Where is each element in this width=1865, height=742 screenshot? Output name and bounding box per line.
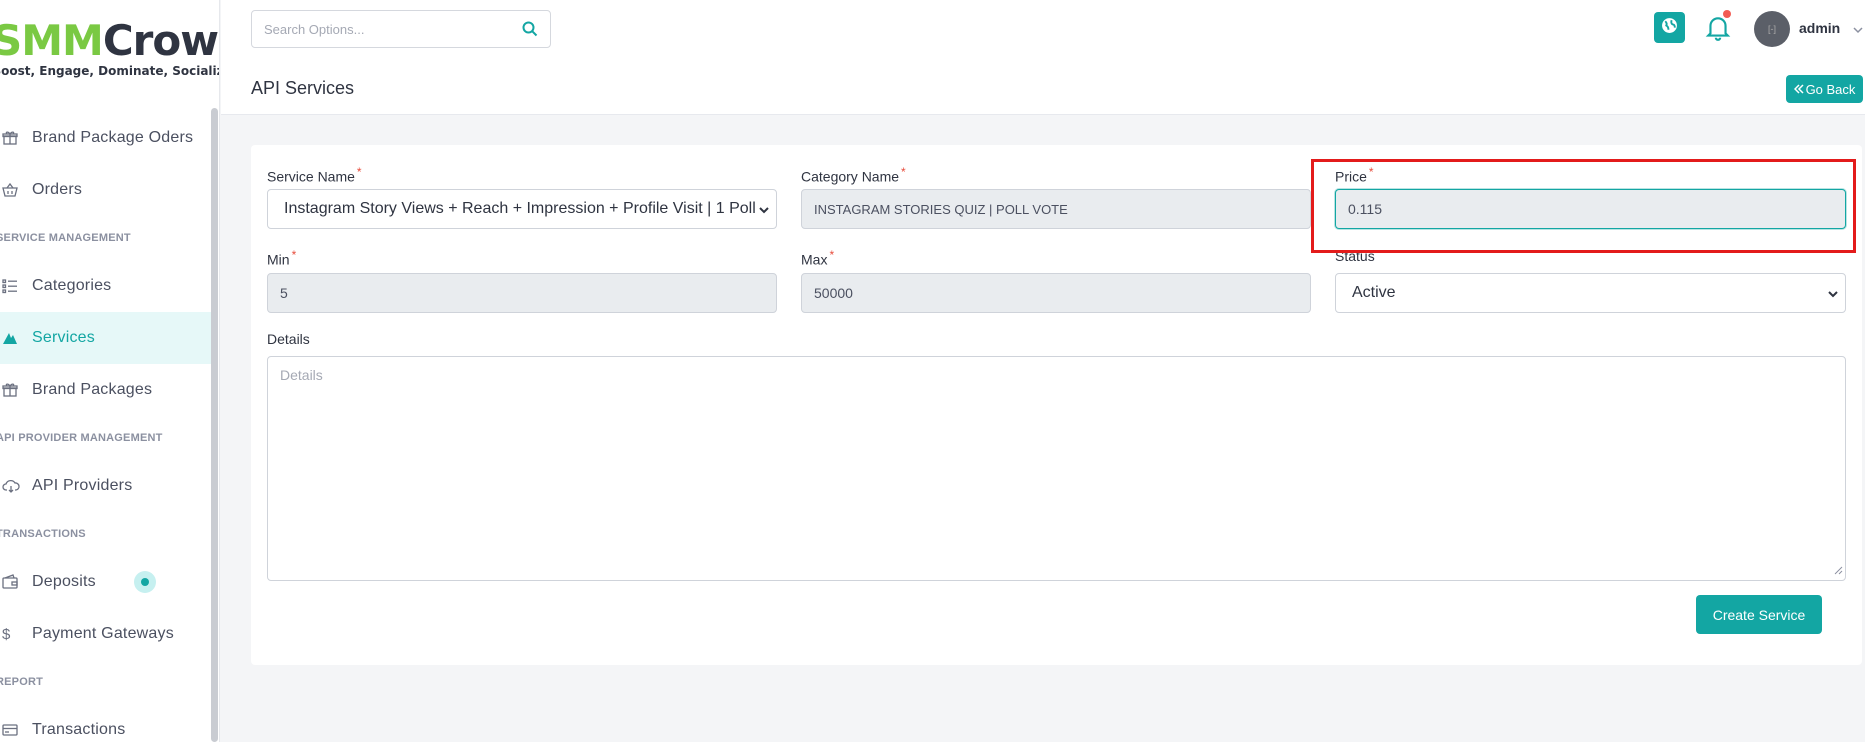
sidebar-item-payment-gateways[interactable]: $ Payment Gateways xyxy=(0,608,211,660)
globe-icon xyxy=(1661,17,1678,39)
page-title: API Services xyxy=(251,78,355,98)
avatar[interactable]: [-] xyxy=(1754,11,1790,47)
min-field[interactable]: 5 xyxy=(267,273,777,313)
chevron-down-icon[interactable] xyxy=(1852,22,1864,40)
sidebar-item-brand-package-oders[interactable]: Brand Package Oders xyxy=(0,112,211,164)
category-name-label: Category Name * xyxy=(801,165,906,185)
card-icon xyxy=(2,722,32,738)
chevron-down-icon xyxy=(1827,287,1839,305)
wallet-icon xyxy=(2,574,32,590)
sidebar-heading-api-provider-management: API PROVIDER MANAGEMENT xyxy=(0,432,163,444)
sidebar-item-orders[interactable]: Orders xyxy=(0,164,211,216)
resize-handle-icon[interactable] xyxy=(1834,562,1843,578)
top-header: API Services [-] admin Go Back xyxy=(221,0,1865,115)
sidebar-item-label: Transactions xyxy=(32,721,126,738)
sidebar-item-brand-packages[interactable]: Brand Packages xyxy=(0,364,211,416)
basket-icon xyxy=(2,182,32,198)
avatar-text: [-] xyxy=(1768,24,1776,34)
dollar-icon: $ xyxy=(2,625,11,643)
gift-icon xyxy=(2,382,32,398)
sidebar-heading-report: REPORT xyxy=(0,676,44,688)
details-label: Details xyxy=(267,331,310,347)
user-name[interactable]: admin xyxy=(1799,20,1840,36)
required-asterisk: * xyxy=(291,248,297,262)
sidebar-item-label: Deposits xyxy=(32,573,96,590)
search-input[interactable] xyxy=(252,11,510,47)
language-button[interactable] xyxy=(1654,12,1685,43)
sidebar-item-categories[interactable]: Categories xyxy=(0,260,211,312)
sidebar-scrollbar[interactable] xyxy=(211,108,218,742)
sidebar: SMMCrowd Boost, Engage, Dominate, Social… xyxy=(0,0,220,742)
sidebar-item-services[interactable]: Services xyxy=(0,312,211,364)
sidebar-item-transactions[interactable]: Transactions xyxy=(0,704,211,742)
details-textarea[interactable]: Details xyxy=(267,356,1846,581)
brand-tagline: Boost, Engage, Dominate, Socialize! xyxy=(0,64,219,78)
required-asterisk: * xyxy=(829,248,835,262)
sidebar-item-label: Services xyxy=(32,329,95,346)
chart-icon xyxy=(2,330,32,346)
max-field[interactable]: 50000 xyxy=(801,273,1311,313)
sidebar-item-label: Brand Package Oders xyxy=(32,129,194,146)
brand-name-part2: Crowd xyxy=(102,16,219,65)
sidebar-item-label: Orders xyxy=(32,181,83,198)
service-name-label: Service Name * xyxy=(267,165,362,185)
double-chevron-left-icon xyxy=(1793,82,1804,97)
gift-icon xyxy=(2,130,32,146)
cloud-icon xyxy=(2,478,32,494)
sidebar-item-deposits[interactable]: Deposits xyxy=(0,556,211,608)
brand-name-part1: SMM xyxy=(0,16,104,65)
min-label: Min * xyxy=(267,248,297,268)
status-select[interactable]: Active xyxy=(1335,273,1846,313)
notification-dot xyxy=(1723,10,1731,18)
sidebar-heading-transactions: TRANSACTIONS xyxy=(0,528,86,540)
chevron-down-icon xyxy=(758,203,770,221)
sidebar-item-label: Categories xyxy=(32,277,112,294)
notification-button[interactable] xyxy=(1705,14,1731,42)
brand-logo[interactable]: SMMCrowd Boost, Engage, Dominate, Social… xyxy=(0,16,219,79)
price-highlight-box xyxy=(1311,159,1856,253)
sidebar-nav: Brand Package Oders Orders SERVICE MANAG… xyxy=(0,112,211,742)
required-asterisk: * xyxy=(901,165,906,179)
details-placeholder: Details xyxy=(280,367,323,383)
sidebar-item-label: API Providers xyxy=(32,477,133,494)
service-name-value: Instagram Story Views + Reach + Impressi… xyxy=(284,200,756,217)
bell-icon xyxy=(1705,17,1731,46)
sidebar-item-api-providers[interactable]: API Providers xyxy=(0,460,211,512)
max-label: Max * xyxy=(801,248,835,268)
go-back-label: Go Back xyxy=(1805,81,1856,97)
list-icon xyxy=(2,278,32,294)
category-name-field[interactable]: INSTAGRAM STORIES QUIZ | POLL VOTE xyxy=(801,189,1311,229)
sidebar-item-label: Brand Packages xyxy=(32,381,153,398)
service-name-select[interactable]: Instagram Story Views + Reach + Impressi… xyxy=(267,189,777,229)
create-service-button[interactable]: Create Service xyxy=(1696,595,1822,634)
status-value: Active xyxy=(1352,284,1396,301)
search-icon[interactable] xyxy=(510,21,550,37)
sidebar-item-label: Payment Gateways xyxy=(32,625,174,642)
search-box xyxy=(251,10,551,48)
deposits-status-badge xyxy=(134,571,156,593)
sidebar-heading-service-management: SERVICE MANAGEMENT xyxy=(0,232,131,244)
go-back-button[interactable]: Go Back xyxy=(1786,75,1863,103)
required-asterisk: * xyxy=(356,165,362,179)
